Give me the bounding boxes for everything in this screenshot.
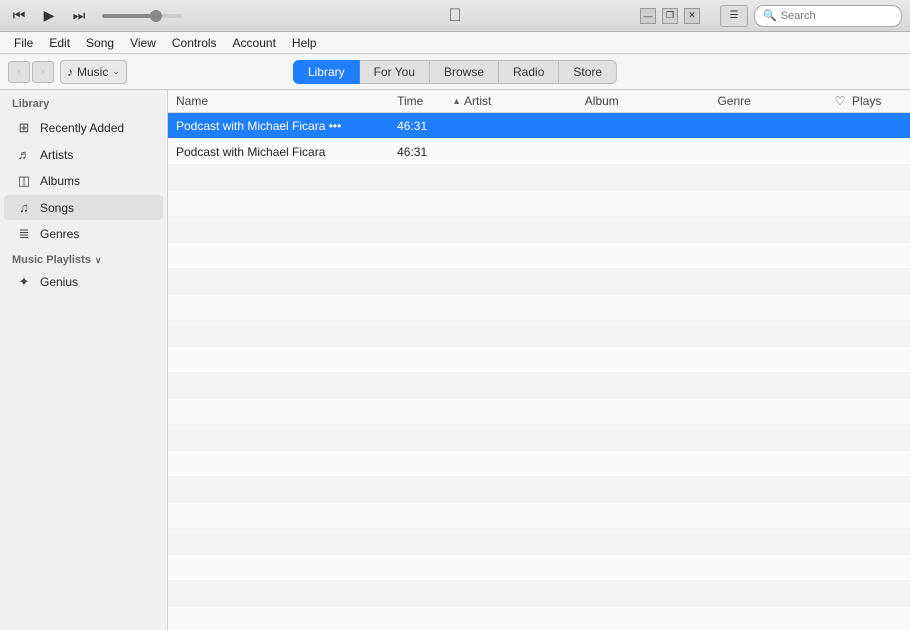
sidebar: Library ⊞ Recently Added ♬ Artists ◫ Alb… [0, 90, 168, 630]
prev-button[interactable]: ⏮ [8, 5, 30, 27]
table-row[interactable]: Podcast with Michael Ficara ••• 46:31 [168, 113, 910, 139]
title-bar-right: — ❐ ✕ ☰ 🔍 [640, 5, 910, 27]
music-selector-label: Music [77, 65, 108, 79]
empty-row [168, 269, 910, 295]
col-header-name[interactable]: Name [176, 94, 397, 108]
tab-browse[interactable]: Browse [430, 60, 499, 84]
play-button[interactable]: ▶ [38, 5, 60, 27]
forward-button[interactable]: › [32, 61, 54, 83]
main-content: Library ⊞ Recently Added ♬ Artists ◫ Alb… [0, 90, 910, 630]
empty-row [168, 373, 910, 399]
empty-row [168, 503, 910, 529]
song-list: Name Time ▲ Artist Album Genre ♡ Plays P… [168, 90, 910, 630]
menu-edit[interactable]: Edit [43, 34, 76, 52]
chevron-down-icon: ⌄ [112, 66, 120, 77]
menu-view[interactable]: View [124, 34, 162, 52]
empty-row [168, 191, 910, 217]
slider-thumb [150, 10, 162, 22]
chevron-down-icon: ∨ [95, 255, 102, 266]
sidebar-item-genres[interactable]: ≣ Genres [4, 221, 163, 247]
menu-help[interactable]: Help [286, 34, 323, 52]
empty-row [168, 607, 910, 630]
search-bar[interactable]: 🔍 [754, 5, 902, 27]
empty-row [168, 399, 910, 425]
recently-added-icon: ⊞ [16, 120, 32, 136]
list-header: Name Time ▲ Artist Album Genre ♡ Plays [168, 90, 910, 113]
music-playlists-section[interactable]: Music Playlists ∨ [0, 248, 167, 268]
music-playlists-label: Music Playlists [12, 254, 91, 266]
empty-row [168, 243, 910, 269]
empty-row [168, 295, 910, 321]
artists-label: Artists [40, 148, 73, 162]
slider-track [102, 14, 182, 18]
empty-row [168, 425, 910, 451]
tab-store[interactable]: Store [559, 60, 617, 84]
genres-icon: ≣ [16, 226, 32, 242]
empty-row [168, 477, 910, 503]
col-header-genre[interactable]: Genre [717, 94, 828, 108]
back-button[interactable]: ‹ [8, 61, 30, 83]
sort-up-icon: ▲ [452, 96, 461, 106]
empty-row [168, 529, 910, 555]
tab-group: Library For You Browse Radio Store [293, 60, 617, 84]
menu-account[interactable]: Account [227, 34, 282, 52]
sidebar-item-songs[interactable]: ♫ Songs [4, 195, 163, 220]
playback-controls: ⏮ ▶ ⏭ [0, 5, 182, 27]
songs-icon: ♫ [16, 200, 32, 215]
songs-label: Songs [40, 201, 74, 215]
nav-arrows: ‹ › [8, 61, 54, 83]
search-input[interactable] [781, 10, 893, 22]
empty-row [168, 217, 910, 243]
search-icon: 🔍 [763, 9, 777, 22]
minimize-button[interactable]: — [640, 8, 656, 24]
song-name: Podcast with Michael Ficara ••• [176, 119, 397, 133]
sidebar-item-artists[interactable]: ♬ Artists [4, 142, 163, 167]
genius-label: Genius [40, 275, 78, 289]
empty-row [168, 451, 910, 477]
empty-row [168, 347, 910, 373]
music-note-icon: ♪ [67, 65, 73, 79]
menu-song[interactable]: Song [80, 34, 120, 52]
apple-logo:  [448, 5, 462, 26]
next-button[interactable]: ⏭ [68, 5, 90, 27]
library-label: Library [0, 90, 167, 114]
empty-row [168, 555, 910, 581]
tab-library[interactable]: Library [293, 60, 360, 84]
menu-file[interactable]: File [8, 34, 39, 52]
empty-row [168, 165, 910, 191]
col-header-heart[interactable]: ♡ [828, 94, 852, 108]
menu-button[interactable]: ☰ [720, 5, 748, 27]
music-selector[interactable]: ♪ Music ⌄ [60, 60, 127, 84]
tab-radio[interactable]: Radio [499, 60, 559, 84]
empty-row [168, 321, 910, 347]
song-time: 46:31 [397, 145, 452, 159]
sidebar-item-genius[interactable]: ✦ Genius [4, 269, 163, 295]
menu-controls[interactable]: Controls [166, 34, 223, 52]
col-header-album[interactable]: Album [585, 94, 718, 108]
song-name: Podcast with Michael Ficara [176, 145, 397, 159]
albums-label: Albums [40, 174, 80, 188]
col-header-time[interactable]: Time [397, 94, 452, 108]
recently-added-label: Recently Added [40, 121, 124, 135]
menu-bar: File Edit Song View Controls Account Hel… [0, 32, 910, 54]
nav-bar: ‹ › ♪ Music ⌄ Library For You Browse Rad… [0, 54, 910, 90]
tab-for-you[interactable]: For You [360, 60, 430, 84]
empty-row [168, 581, 910, 607]
artists-icon: ♬ [16, 147, 32, 162]
col-header-artist[interactable]: ▲ Artist [452, 94, 585, 108]
volume-slider[interactable] [98, 14, 182, 18]
albums-icon: ◫ [16, 173, 32, 189]
title-bar: ⏮ ▶ ⏭  — ❐ ✕ ☰ 🔍 [0, 0, 910, 32]
genres-label: Genres [40, 227, 79, 241]
genius-icon: ✦ [16, 274, 32, 290]
sidebar-item-albums[interactable]: ◫ Albums [4, 168, 163, 194]
table-row[interactable]: Podcast with Michael Ficara 46:31 [168, 139, 910, 165]
restore-button[interactable]: ❐ [662, 8, 678, 24]
close-button[interactable]: ✕ [684, 8, 700, 24]
col-header-plays[interactable]: Plays [852, 94, 902, 108]
song-time: 46:31 [397, 119, 452, 133]
sidebar-item-recently-added[interactable]: ⊞ Recently Added [4, 115, 163, 141]
